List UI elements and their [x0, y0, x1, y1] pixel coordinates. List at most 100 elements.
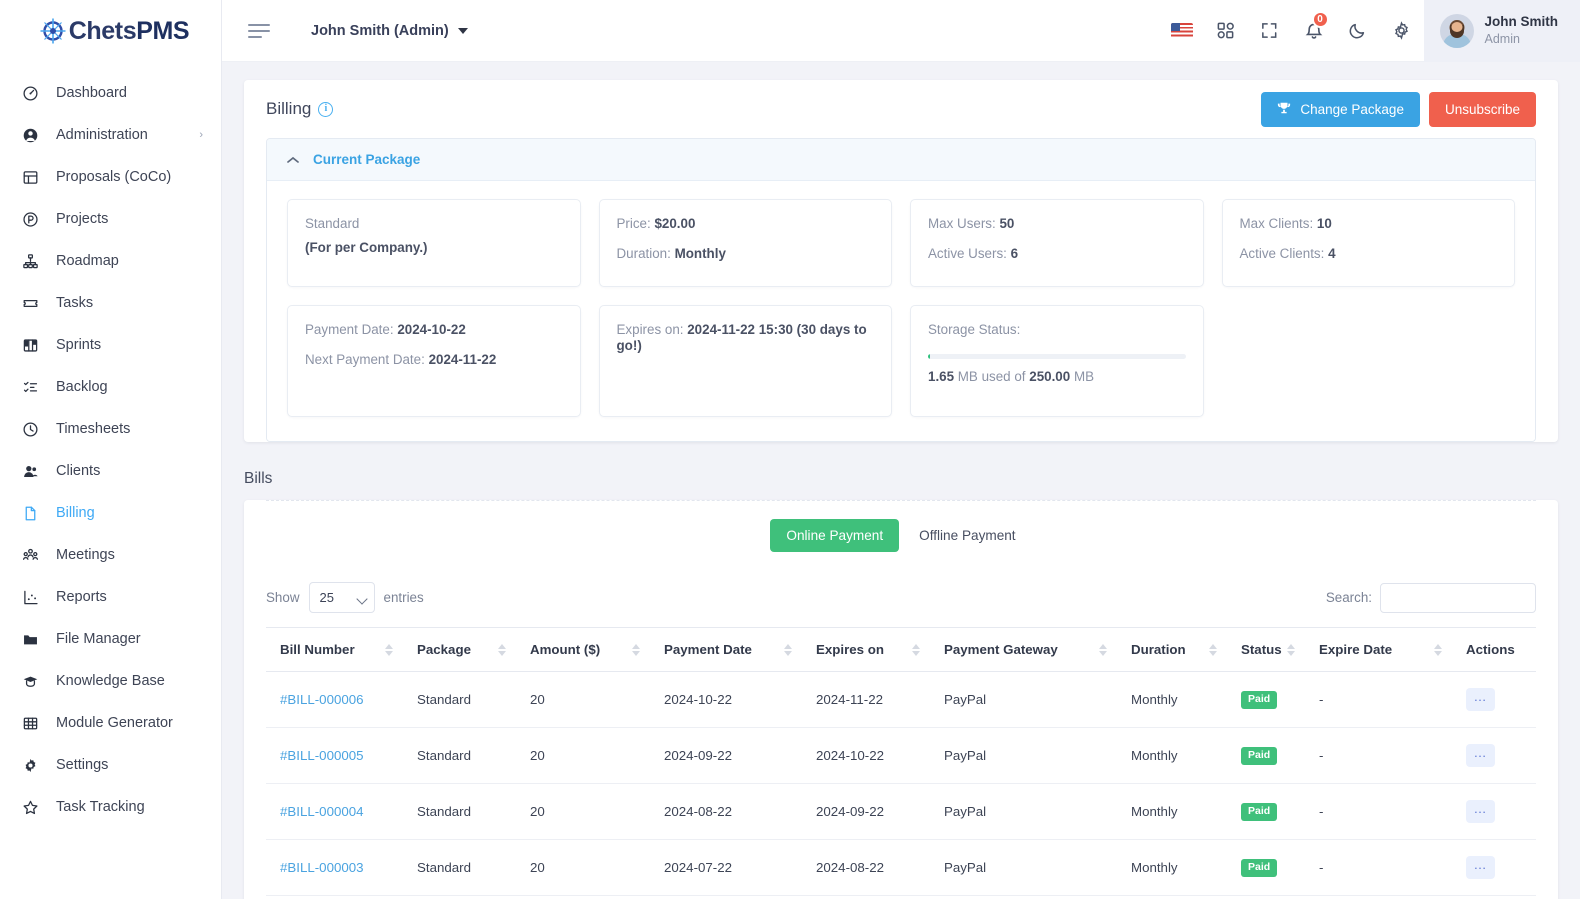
plan-card: Standard (For per Company.): [287, 199, 581, 287]
search-input[interactable]: [1380, 582, 1536, 613]
sidebar-item-module-generator[interactable]: Module Generator: [0, 702, 221, 744]
cell-status: Paid: [1227, 895, 1305, 899]
cell-status: Paid: [1227, 839, 1305, 896]
bills-table: Bill Number Package Amount ($) Payment Date…: [266, 627, 1536, 899]
column-header-amount[interactable]: Amount ($): [516, 627, 650, 672]
sidebar-item-file-manager[interactable]: File Manager: [0, 618, 221, 660]
sidebar-item-administration[interactable]: Administration ›: [0, 114, 221, 156]
dark-mode-moon-icon[interactable]: [1336, 0, 1380, 62]
row-actions-button[interactable]: …: [1466, 856, 1495, 879]
column-header-payment-gateway[interactable]: Payment Gateway: [930, 627, 1117, 672]
user-switcher-dropdown[interactable]: John Smith (Admin): [311, 23, 468, 39]
sidebar-item-projects[interactable]: Projects: [0, 198, 221, 240]
column-header-package[interactable]: Package: [403, 627, 516, 672]
info-icon[interactable]: i: [318, 101, 334, 117]
table-row: #BILL-000005 Standard 20 2024-09-22 2024-10-…: [266, 727, 1536, 784]
notification-bell-icon[interactable]: 0: [1292, 0, 1336, 62]
change-package-button[interactable]: Change Package: [1261, 91, 1420, 127]
cell-actions: …: [1452, 727, 1536, 784]
bill-number-link[interactable]: #BILL-000003: [280, 860, 364, 875]
current-package-accordion-header[interactable]: Current Package: [267, 139, 1535, 181]
entries-select[interactable]: 102550100: [308, 582, 375, 613]
chevron-right-icon: ›: [199, 129, 203, 141]
column-header-duration[interactable]: Duration: [1117, 627, 1227, 672]
sort-arrows-icon: [912, 643, 920, 656]
checklist-icon: [22, 377, 44, 397]
price-value: $20.00: [654, 216, 696, 231]
sidebar-toggle-icon[interactable]: [248, 23, 270, 38]
language-flag-icon[interactable]: [1160, 0, 1204, 62]
sidebar-item-tasks[interactable]: Tasks: [0, 282, 221, 324]
sidebar-item-settings[interactable]: Settings: [0, 744, 221, 786]
cell-expires-on: 2024-10-22: [802, 727, 930, 784]
sidebar-item-dashboard[interactable]: Dashboard: [0, 72, 221, 114]
cell-duration: Monthly: [1117, 895, 1227, 899]
row-actions-button[interactable]: …: [1466, 800, 1495, 823]
cell-amount: 20: [516, 783, 650, 840]
sidebar-item-billing[interactable]: Billing: [0, 492, 221, 534]
sidebar-item-backlog[interactable]: Backlog: [0, 366, 221, 408]
sort-arrows-icon: [385, 643, 393, 656]
cell-expires-on: 2024-07-22: [802, 895, 930, 899]
bills-table-body: #BILL-000006 Standard 20 2024-10-22 2024-11-…: [266, 671, 1536, 899]
storage-used-value: 1.65: [928, 369, 955, 385]
column-header-label: Expires on: [816, 642, 884, 657]
price-row: Price: $20.00: [617, 216, 875, 232]
chevron-down-icon: [457, 27, 468, 34]
table-row: #BILL-000002Standard202024-06-222024-07-…: [266, 895, 1536, 899]
current-package-title: Current Package: [313, 152, 421, 167]
main-area: John Smith (Admin) 0 John Smith Admin Bi…: [222, 0, 1580, 899]
column-header-payment-date[interactable]: Payment Date: [650, 627, 802, 672]
bill-number-link[interactable]: #BILL-000005: [280, 748, 364, 763]
project-circle-icon: [22, 209, 44, 229]
sidebar-item-proposals-coco[interactable]: Proposals (CoCo): [0, 156, 221, 198]
sidebar-item-timesheets[interactable]: Timesheets: [0, 408, 221, 450]
tab-online-payment[interactable]: Online Payment: [770, 519, 900, 552]
logo-text: ChetsPMS: [69, 17, 190, 46]
proposal-icon: [22, 167, 44, 187]
bills-table-head: Bill Number Package Amount ($) Payment Date…: [266, 627, 1536, 672]
fullscreen-icon[interactable]: [1248, 0, 1292, 62]
sidebar-item-task-tracking[interactable]: Task Tracking: [0, 786, 221, 828]
sidebar-item-reports[interactable]: Reports: [0, 576, 221, 618]
row-actions-button[interactable]: …: [1466, 688, 1495, 711]
app-logo[interactable]: ChetsPMS: [0, 0, 221, 62]
package-cards-row-1: Standard (For per Company.) Price: $20.0…: [287, 199, 1515, 287]
sidebar-item-label: Timesheets: [56, 421, 131, 437]
unsubscribe-button[interactable]: Unsubscribe: [1428, 91, 1536, 127]
row-actions-button[interactable]: …: [1466, 744, 1495, 767]
storage-progress-bar: [928, 354, 1186, 360]
profile-menu[interactable]: John Smith Admin: [1423, 0, 1580, 62]
sidebar-item-label: Projects: [56, 211, 109, 227]
apps-grid-icon[interactable]: [1204, 0, 1248, 62]
column-header-bill-number[interactable]: Bill Number: [266, 627, 403, 672]
sidebar-item-label: Clients: [56, 463, 101, 479]
sidebar-item-knowledge-base[interactable]: Knowledge Base: [0, 660, 221, 702]
storage-total-value: 250.00: [1029, 369, 1071, 385]
bill-number-link[interactable]: #BILL-000006: [280, 692, 364, 707]
sidebar-item-sprints[interactable]: Sprints: [0, 324, 221, 366]
sidebar-item-label: Meetings: [56, 547, 115, 563]
sidebar-item-meetings[interactable]: Meetings: [0, 534, 221, 576]
column-header-expire-date[interactable]: Expire Date: [1305, 627, 1452, 672]
settings-gear-icon[interactable]: [1380, 0, 1424, 62]
cell-status: Paid: [1227, 671, 1305, 728]
sidebar-item-label: Proposals (CoCo): [56, 169, 172, 185]
current-package-body: Standard (For per Company.) Price: $20.0…: [267, 181, 1535, 441]
board-icon: [22, 335, 44, 355]
column-header-expires-on[interactable]: Expires on: [802, 627, 930, 672]
bill-number-link[interactable]: #BILL-000004: [280, 804, 364, 819]
next-payment-row: Next Payment Date: 2024-11-22: [305, 352, 563, 368]
tab-offline-payment[interactable]: Offline Payment: [903, 519, 1031, 552]
sidebar-item-roadmap[interactable]: Roadmap: [0, 240, 221, 282]
sidebar-item-label: Settings: [56, 757, 109, 773]
clock-icon: [22, 419, 44, 439]
billing-panel-header: Billing i Change Package Unsubscribe: [266, 80, 1536, 138]
cell-expire-date: -: [1305, 839, 1452, 896]
payment-date-label: Payment Date:: [305, 322, 394, 337]
profile-role: Admin: [1484, 32, 1520, 47]
sidebar-item-clients[interactable]: Clients: [0, 450, 221, 492]
max-users-label: Max Users:: [928, 216, 996, 231]
column-header-status[interactable]: Status: [1227, 627, 1305, 672]
table-row: #BILL-000004 Standard 20 2024-08-22 2024-09-…: [266, 783, 1536, 840]
